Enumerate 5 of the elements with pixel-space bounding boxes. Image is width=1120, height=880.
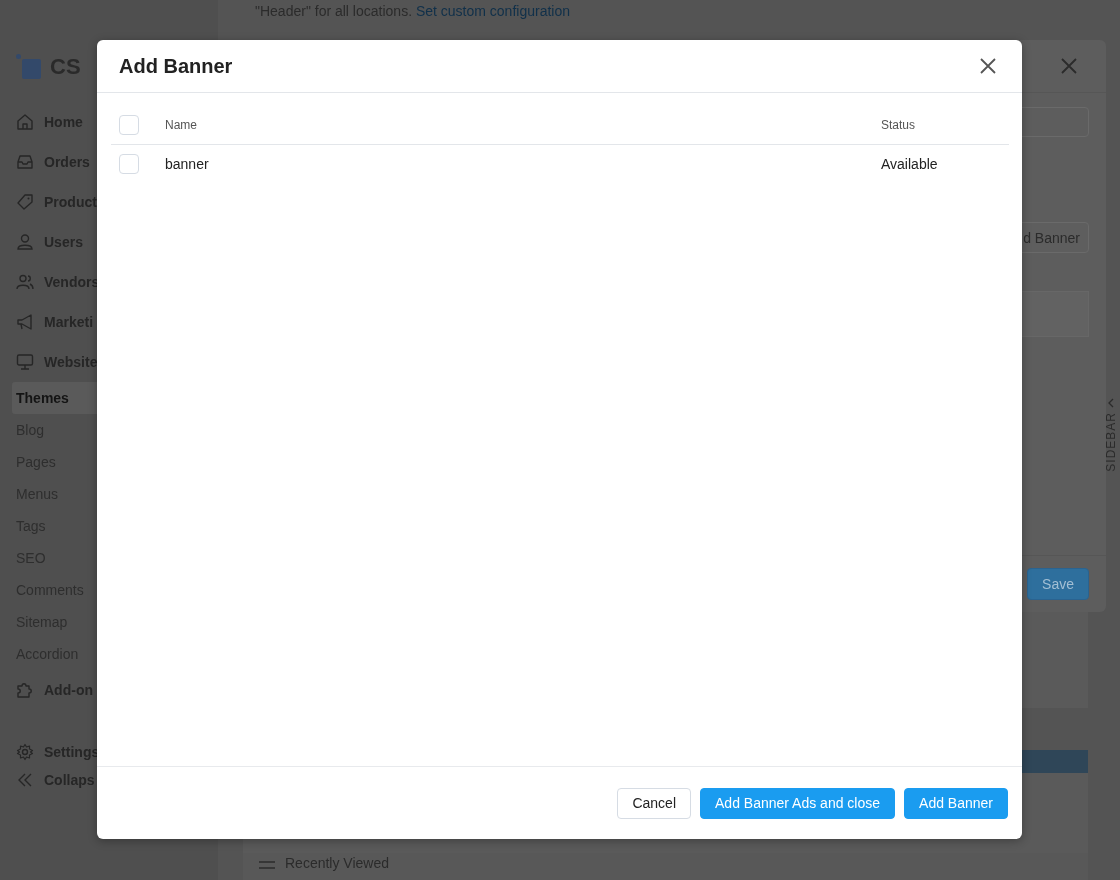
modal-title: Add Banner [119,54,233,78]
column-header: Status [881,117,917,132]
column-header: Name [165,117,198,132]
table-cell-text: Available [881,156,939,172]
table-cell-text: banner [165,156,210,172]
